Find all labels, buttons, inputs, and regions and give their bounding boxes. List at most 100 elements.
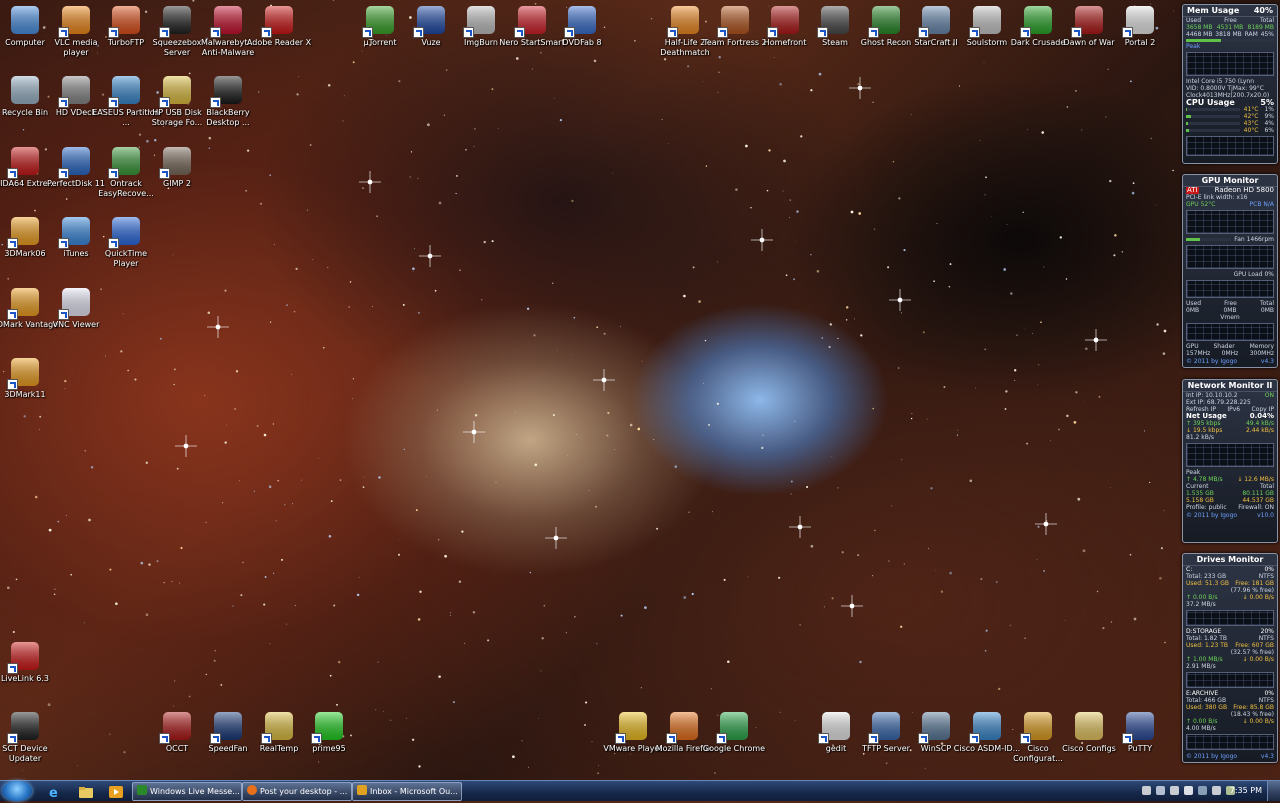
shortcut-arrow-icon bbox=[1020, 27, 1031, 38]
shortcut-arrow-icon bbox=[159, 168, 170, 179]
shortcut-arrow-icon bbox=[210, 27, 221, 38]
network-monitor-gadget[interactable]: Network Monitor II Int IP: 10.10.10.2 ON… bbox=[1182, 379, 1278, 543]
mem-usage-gadget[interactable]: Mem Usage 40% Used Free Total 3658 MB 45… bbox=[1182, 4, 1278, 164]
cpu-core-load: 1% bbox=[1264, 106, 1274, 113]
desktop-icon-sct[interactable]: SCT Device Updater bbox=[0, 710, 59, 764]
computer-icon bbox=[9, 4, 41, 36]
desktop-icon-label: VNC Viewer bbox=[52, 320, 100, 329]
shortcut-arrow-icon bbox=[210, 733, 221, 744]
malwarebytes-icon bbox=[210, 4, 244, 38]
gpu-card-name: Radeon HD 5800 bbox=[1214, 186, 1274, 194]
desktop-icon-livelink[interactable]: LiveLink 6.3 bbox=[0, 640, 59, 684]
volume-icon[interactable] bbox=[1170, 786, 1179, 795]
shortcut-arrow-icon bbox=[210, 97, 221, 108]
hp-usb-icon bbox=[159, 74, 193, 108]
desktop-icon-vnc[interactable]: VNC Viewer bbox=[42, 286, 110, 330]
clock[interactable]: 7:35 PM bbox=[1230, 781, 1262, 801]
shortcut-arrow-icon bbox=[514, 27, 525, 38]
shortcut-arrow-icon bbox=[1122, 27, 1133, 38]
taskbar-item-messenger[interactable]: Windows Live Messe... bbox=[132, 782, 242, 801]
net-graph-label: 81.2 kB/s bbox=[1186, 434, 1215, 441]
svg-text:e: e bbox=[49, 786, 58, 799]
ipv6-button[interactable]: IPv6 bbox=[1227, 406, 1240, 413]
shortcut-arrow-icon bbox=[261, 27, 272, 38]
network-monitor-title: Network Monitor II bbox=[1183, 380, 1277, 392]
desktop-icon-quicktime[interactable]: QuickTime Player bbox=[92, 215, 160, 269]
folder-icon bbox=[1073, 710, 1105, 742]
shortcut-arrow-icon bbox=[868, 27, 879, 38]
easeus-icon bbox=[108, 74, 142, 108]
cpu-core-row: 40°C 6% bbox=[1183, 127, 1277, 134]
ie-icon[interactable]: e bbox=[46, 784, 62, 801]
desktop-icon-putty[interactable]: PuTTY bbox=[1106, 710, 1174, 754]
imgburn-icon bbox=[463, 4, 497, 38]
desktop-icon-label: 3DMark11 bbox=[4, 390, 46, 399]
gpu-mem-graph bbox=[1186, 280, 1274, 298]
network-icon[interactable] bbox=[1156, 786, 1165, 795]
shortcut-arrow-icon bbox=[362, 27, 373, 38]
desktop-icon-label: PuTTY bbox=[1127, 744, 1153, 753]
net-upload-totals: 1.535 GB 80.111 GB bbox=[1186, 490, 1274, 497]
mem-usage-title: Mem Usage bbox=[1187, 6, 1240, 15]
net-upload: ↑ 395 kbps 49.4 kB/s bbox=[1186, 420, 1274, 427]
livelink-icon bbox=[7, 640, 41, 674]
desktop-icon-label: DVDFab 8 bbox=[562, 38, 602, 47]
desktop-icon-adobe-reader[interactable]: Adobe Reader X bbox=[245, 4, 313, 48]
flag-icon[interactable] bbox=[1142, 786, 1151, 795]
speedfan-icon bbox=[210, 710, 244, 744]
drives-monitor-gadget[interactable]: Drives Monitor C: 0% Total: 233 GB NTFS Used… bbox=[1182, 553, 1278, 763]
occt-icon bbox=[159, 710, 193, 744]
perfectdisk-icon bbox=[58, 145, 92, 179]
gpu-fan: Fan 1466rpm bbox=[1183, 236, 1277, 243]
shortcut-arrow-icon bbox=[58, 168, 69, 179]
desktop-icon-chrome[interactable]: Google Chrome bbox=[700, 710, 768, 754]
gimp-icon bbox=[159, 145, 193, 179]
shortcut-arrow-icon bbox=[969, 733, 980, 744]
aida64-icon bbox=[7, 145, 41, 179]
chrome-icon bbox=[716, 710, 750, 744]
dvdfab-icon bbox=[564, 4, 598, 38]
monitor-icon[interactable] bbox=[1198, 786, 1207, 795]
shortcut-arrow-icon bbox=[58, 97, 69, 108]
gpu-monitor-gadget[interactable]: GPU Monitor ATI Radeon HD 5800 PCI-E lin… bbox=[1182, 174, 1278, 368]
desktop-icon-portal[interactable]: Portal 2 bbox=[1106, 4, 1174, 48]
shortcut-arrow-icon bbox=[666, 733, 677, 744]
shortcut-arrow-icon bbox=[108, 168, 119, 179]
desktop-icon-gimp[interactable]: GIMP 2 bbox=[143, 145, 211, 189]
drive-name: E:ARCHIVE bbox=[1186, 690, 1219, 697]
show-desktop-button[interactable] bbox=[1267, 781, 1280, 801]
gpu-load-graph bbox=[1186, 245, 1274, 269]
explorer-icon[interactable] bbox=[78, 784, 94, 798]
shortcut-arrow-icon bbox=[818, 733, 829, 744]
realtemp-icon bbox=[261, 710, 295, 744]
recycle-bin-icon bbox=[9, 74, 41, 106]
messenger-icon bbox=[137, 785, 147, 795]
shortcut-arrow-icon bbox=[58, 238, 69, 249]
desktop-icon-dvdfab[interactable]: DVDFab 8 bbox=[548, 4, 616, 48]
ati-logo-icon: ATI bbox=[1186, 186, 1199, 194]
taskbar-item-outlook[interactable]: Inbox - Microsoft Ou... bbox=[352, 782, 462, 801]
cpu-core-load: 6% bbox=[1264, 127, 1274, 134]
shortcut-arrow-icon bbox=[108, 238, 119, 249]
taskbar-item-browser[interactable]: Post your desktop - ... bbox=[242, 782, 352, 801]
desktop-icon-prime95[interactable]: prime95 bbox=[295, 710, 363, 754]
shortcut-arrow-icon bbox=[7, 309, 18, 320]
ghost-recon-icon bbox=[868, 4, 902, 38]
speaker-icon[interactable] bbox=[1212, 786, 1221, 795]
shortcut-arrow-icon bbox=[667, 27, 678, 38]
gpu-clock-headers: GPU Shader Memory bbox=[1186, 343, 1274, 350]
drive-graph bbox=[1186, 672, 1274, 688]
desktop-icon-blackberry[interactable]: BlackBerry Desktop ... bbox=[194, 74, 262, 128]
homefront-icon bbox=[767, 4, 801, 38]
start-button[interactable] bbox=[2, 781, 32, 801]
media-player-icon[interactable] bbox=[108, 784, 124, 798]
taskbar: e Windows Live Messe... Post your deskto… bbox=[0, 780, 1280, 801]
firefox-icon bbox=[247, 785, 257, 795]
cisco-asdm-icon bbox=[969, 710, 1003, 744]
desktop-icon-3dmark11[interactable]: 3DMark11 bbox=[0, 356, 59, 400]
desktop-icon-label: SCT Device Updater bbox=[2, 744, 48, 763]
half-life-icon bbox=[667, 4, 701, 38]
shortcut-arrow-icon bbox=[7, 663, 18, 674]
shortcut-arrow-icon bbox=[159, 733, 170, 744]
up-arrow-icon[interactable] bbox=[1184, 786, 1193, 795]
